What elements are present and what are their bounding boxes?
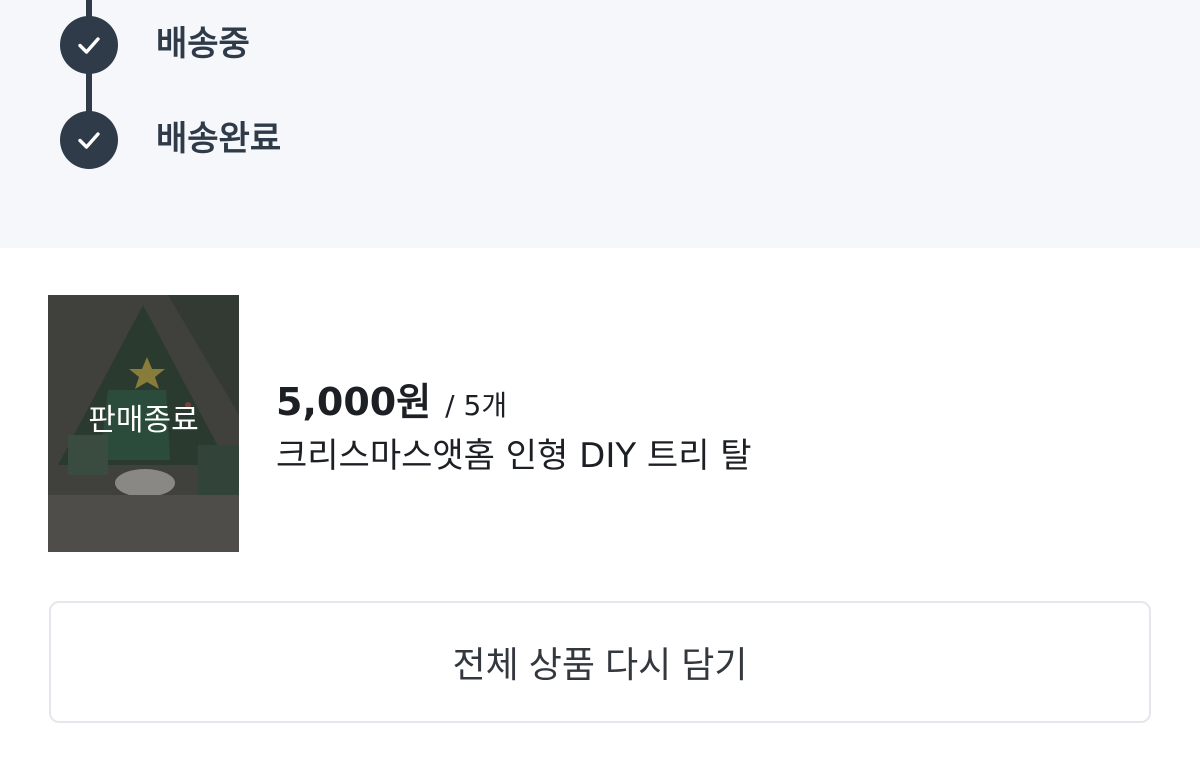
readd-all-button[interactable]: 전체 상품 다시 담기 — [49, 601, 1151, 723]
product-quantity: / 5개 — [445, 389, 508, 422]
price-row: 5,000원 / 5개 — [276, 371, 507, 424]
check-icon — [60, 16, 118, 74]
product-thumbnail[interactable]: 판매종료 — [48, 295, 239, 552]
timeline-step-shipping: 배송중 — [156, 24, 250, 64]
order-product: 판매종료 5,000원 / 5개 크리스마스앳홈 인형 DIY 트리 탈 — [48, 295, 1152, 553]
soldout-label: 판매종료 — [88, 403, 199, 438]
delivery-timeline: 배송중 배송완료 — [0, 0, 1200, 248]
product-price: 5,000원 — [276, 380, 432, 424]
product-name[interactable]: 크리스마스앳홈 인형 DIY 트리 탈 — [276, 435, 752, 477]
timeline-step-delivered: 배송완료 — [156, 119, 282, 159]
check-icon — [60, 111, 118, 169]
